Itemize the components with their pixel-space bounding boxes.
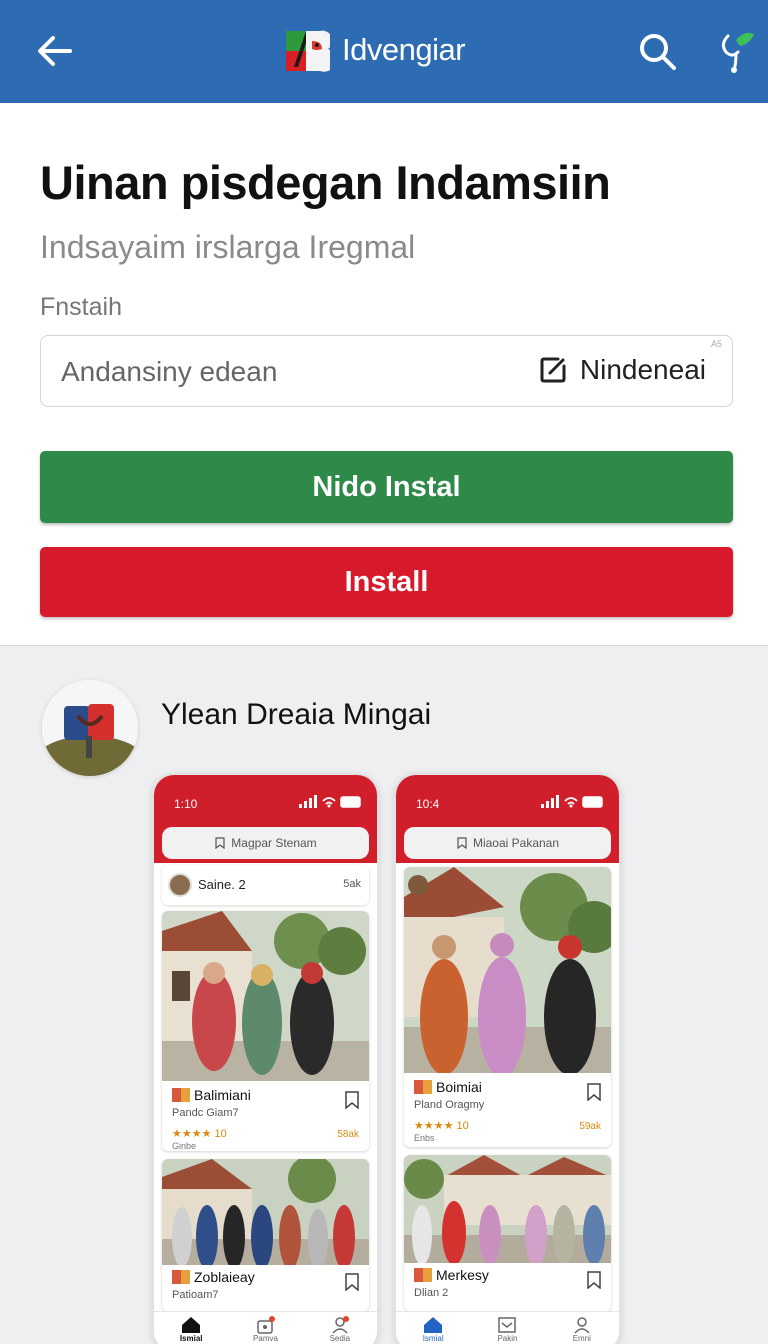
person-icon [574,1317,590,1334]
user-count: 5ak [343,878,361,890]
card-rating: ★★★★ 10 [414,1120,469,1132]
edit-icon [540,357,566,383]
brand-name: Idvengiar [342,32,466,67]
app-bar: Idvengiar [0,0,768,103]
status-icons [541,795,603,808]
main-content: Uinan pisdegan Indamsiin Indsayaim irsla… [0,103,768,645]
group-photo [162,911,369,1081]
input-action-label: Nindeneai [579,354,706,385]
nav-item-profile[interactable]: Sedia [310,1316,370,1343]
phone-bottom-nav: Ismial Pakin Emni [396,1311,619,1344]
list-item[interactable]: Boimiai Pland Oragmy ★★★★ 10 59ak Enbs [404,867,611,1147]
phone-search-text: Magpar Stenam [231,836,317,850]
card-subtitle: Pland Oragmy [414,1099,485,1111]
flag-icon [172,1270,190,1284]
bookmark-icon [457,837,467,849]
home-icon [182,1317,201,1333]
nav-item-second[interactable]: Pamva [235,1316,295,1343]
arrow-left-icon[interactable] [34,30,76,72]
card-title: Balimiani [172,1087,251,1103]
input-corner-label: A5 [710,339,722,349]
nav-item-second[interactable]: Pakin [477,1316,537,1343]
bookmark-icon [215,837,225,849]
screenshot-phone[interactable]: 10:4 Miaoai Pakanan Boimiai Pland Oragmy… [394,773,621,1344]
flag-icon [172,1088,190,1102]
card-title: Boimiai [414,1079,482,1095]
brand-logo-icon [286,30,330,72]
input-value: Andansiny edean [61,356,278,387]
bookmark-icon[interactable] [587,1271,601,1289]
list-item[interactable]: Balimiani Pandc Giam7 ★★★★ 10 58ak Ginbe [162,911,369,1151]
nido-install-button[interactable]: Nido Instal [40,451,733,523]
card-title: Zoblaieay [172,1269,255,1285]
avatar [168,873,192,897]
home-icon [424,1317,443,1333]
search-icon[interactable] [636,30,678,72]
card-rating: ★★★★ 10 [172,1128,227,1140]
status-icons [299,795,361,808]
flag-sculpture-icon [42,680,138,776]
flag-icon [414,1268,432,1282]
bookmark-icon[interactable] [587,1083,601,1101]
person-icon [332,1316,349,1334]
text-input[interactable]: Andansiny edean A5 Nindeneai [40,335,733,407]
user-row[interactable]: Saine. 2 5ak [162,865,369,905]
nav-item-home[interactable]: Ismial [403,1316,463,1343]
user-name: Saine. 2 [198,877,246,892]
group-photo [162,1159,369,1265]
list-item[interactable]: Zoblaieay Patioam7 [162,1159,369,1311]
gallery-title: Ylean Dreaia Mingai [161,698,432,731]
card-extra: Ginbe [172,1141,197,1151]
phone-bottom-nav: Ismial Pamva Sedia [154,1311,377,1344]
input-action-button[interactable]: Nindeneai [538,354,706,386]
screenshot-phone[interactable]: 1:10 Magpar Stenam Saine. 2 5ak Balimian… [152,773,379,1344]
nav-item-home[interactable]: Ismial [161,1316,221,1343]
install-button[interactable]: Install [40,547,733,617]
avatar [42,680,138,776]
card-subtitle: Patioam7 [172,1289,219,1301]
page-subtitle: Indsayaim irslarga Iregmal [40,229,416,265]
phone-search-text: Miaoai Pakanan [472,836,560,850]
inbox-icon [498,1317,517,1333]
nav-item-profile[interactable]: Emni [552,1316,612,1343]
card-price: 59ak [579,1121,601,1132]
field-label: Fnstaih [40,293,122,321]
leaf-flag-icon[interactable] [714,28,758,74]
group-photo [404,867,611,1073]
list-item[interactable]: Merkesy Dlian 2 [404,1155,611,1311]
phone-search-bar[interactable]: Miaoai Pakanan [404,827,611,859]
card-subtitle: Dlian 2 [414,1287,449,1299]
phone-time: 10:4 [416,797,440,811]
page-title: Uinan pisdegan Indamsiin [40,156,611,209]
phone-search-bar[interactable]: Magpar Stenam [162,827,369,859]
card-price: 58ak [337,1129,359,1140]
brand: Idvengiar [284,27,466,73]
bookmark-icon[interactable] [345,1273,359,1291]
card-subtitle: Pandc Giam7 [172,1107,239,1119]
gallery-section: Ylean Dreaia Mingai 1:10 Magpar Stenam S… [0,645,768,1344]
bookmark-icon[interactable] [345,1091,359,1109]
flag-icon [414,1080,432,1094]
group-photo [404,1155,611,1263]
card-extra: Enbs [414,1133,435,1143]
phone-time: 1:10 [174,797,198,811]
card-title: Merkesy [414,1267,489,1283]
bag-icon [257,1316,276,1334]
